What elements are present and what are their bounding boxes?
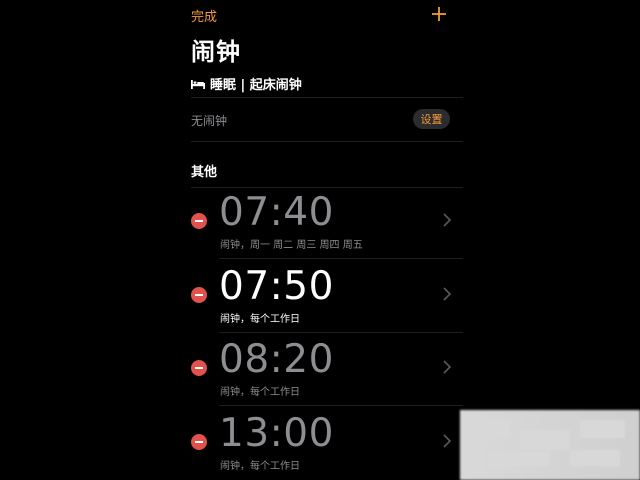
blurred-watermark bbox=[460, 410, 640, 480]
alarm-time: 07:40 bbox=[219, 190, 334, 235]
bed-icon bbox=[191, 79, 205, 89]
sleep-section-label: 睡眠 | 起床闹钟 bbox=[210, 78, 302, 93]
minus-circle-icon[interactable] bbox=[191, 360, 207, 376]
watermark-block bbox=[570, 450, 620, 466]
minus-circle-icon[interactable] bbox=[191, 213, 207, 229]
watermark-block bbox=[520, 430, 570, 450]
alarm-label: 闹钟，每个工作日 bbox=[220, 461, 300, 472]
alarm-row[interactable]: 08:20 闹钟，每个工作日 bbox=[178, 333, 463, 407]
divider bbox=[191, 141, 463, 142]
plus-icon bbox=[432, 7, 446, 21]
page: 完成 闹钟 睡眠 | 起床闹钟 无闹钟 设置 其他 07:40 闹钟，周一 周二… bbox=[0, 0, 640, 480]
alarm-row[interactable]: 13:00 闹钟，每个工作日 bbox=[178, 406, 463, 480]
chevron-right-icon bbox=[443, 434, 452, 448]
add-alarm-button[interactable] bbox=[430, 5, 448, 23]
alarm-time: 13:00 bbox=[219, 411, 334, 456]
divider bbox=[191, 97, 463, 98]
sleep-section-header: 睡眠 | 起床闹钟 bbox=[191, 74, 302, 93]
alarm-row[interactable]: 07:40 闹钟，周一 周二 周三 周四 周五 bbox=[178, 187, 463, 261]
chevron-right-icon bbox=[443, 287, 452, 301]
alarm-label: 闹钟，每个工作日 bbox=[220, 387, 300, 398]
others-section-title: 其他 bbox=[191, 165, 218, 180]
watermark-block bbox=[490, 452, 550, 466]
alarm-screen: 完成 闹钟 睡眠 | 起床闹钟 无闹钟 设置 其他 07:40 闹钟，周一 周二… bbox=[178, 0, 463, 480]
no-alarm-text: 无闹钟 bbox=[191, 114, 228, 128]
chevron-right-icon bbox=[443, 213, 452, 227]
chevron-right-icon bbox=[443, 360, 452, 374]
alarm-label: 闹钟，周一 周二 周三 周四 周五 bbox=[220, 240, 363, 251]
minus-circle-icon[interactable] bbox=[191, 287, 207, 303]
alarm-time: 08:20 bbox=[219, 337, 334, 382]
alarm-label: 闹钟，每个工作日 bbox=[220, 314, 300, 325]
watermark-block bbox=[470, 422, 510, 438]
watermark-block bbox=[580, 420, 625, 438]
done-button[interactable]: 完成 bbox=[191, 6, 217, 25]
alarm-row[interactable]: 07:50 闹钟，每个工作日 bbox=[178, 259, 463, 333]
page-title: 闹钟 bbox=[191, 38, 241, 66]
alarm-time: 07:50 bbox=[219, 264, 334, 309]
sleep-settings-button[interactable]: 设置 bbox=[413, 109, 450, 129]
minus-circle-icon[interactable] bbox=[191, 434, 207, 450]
